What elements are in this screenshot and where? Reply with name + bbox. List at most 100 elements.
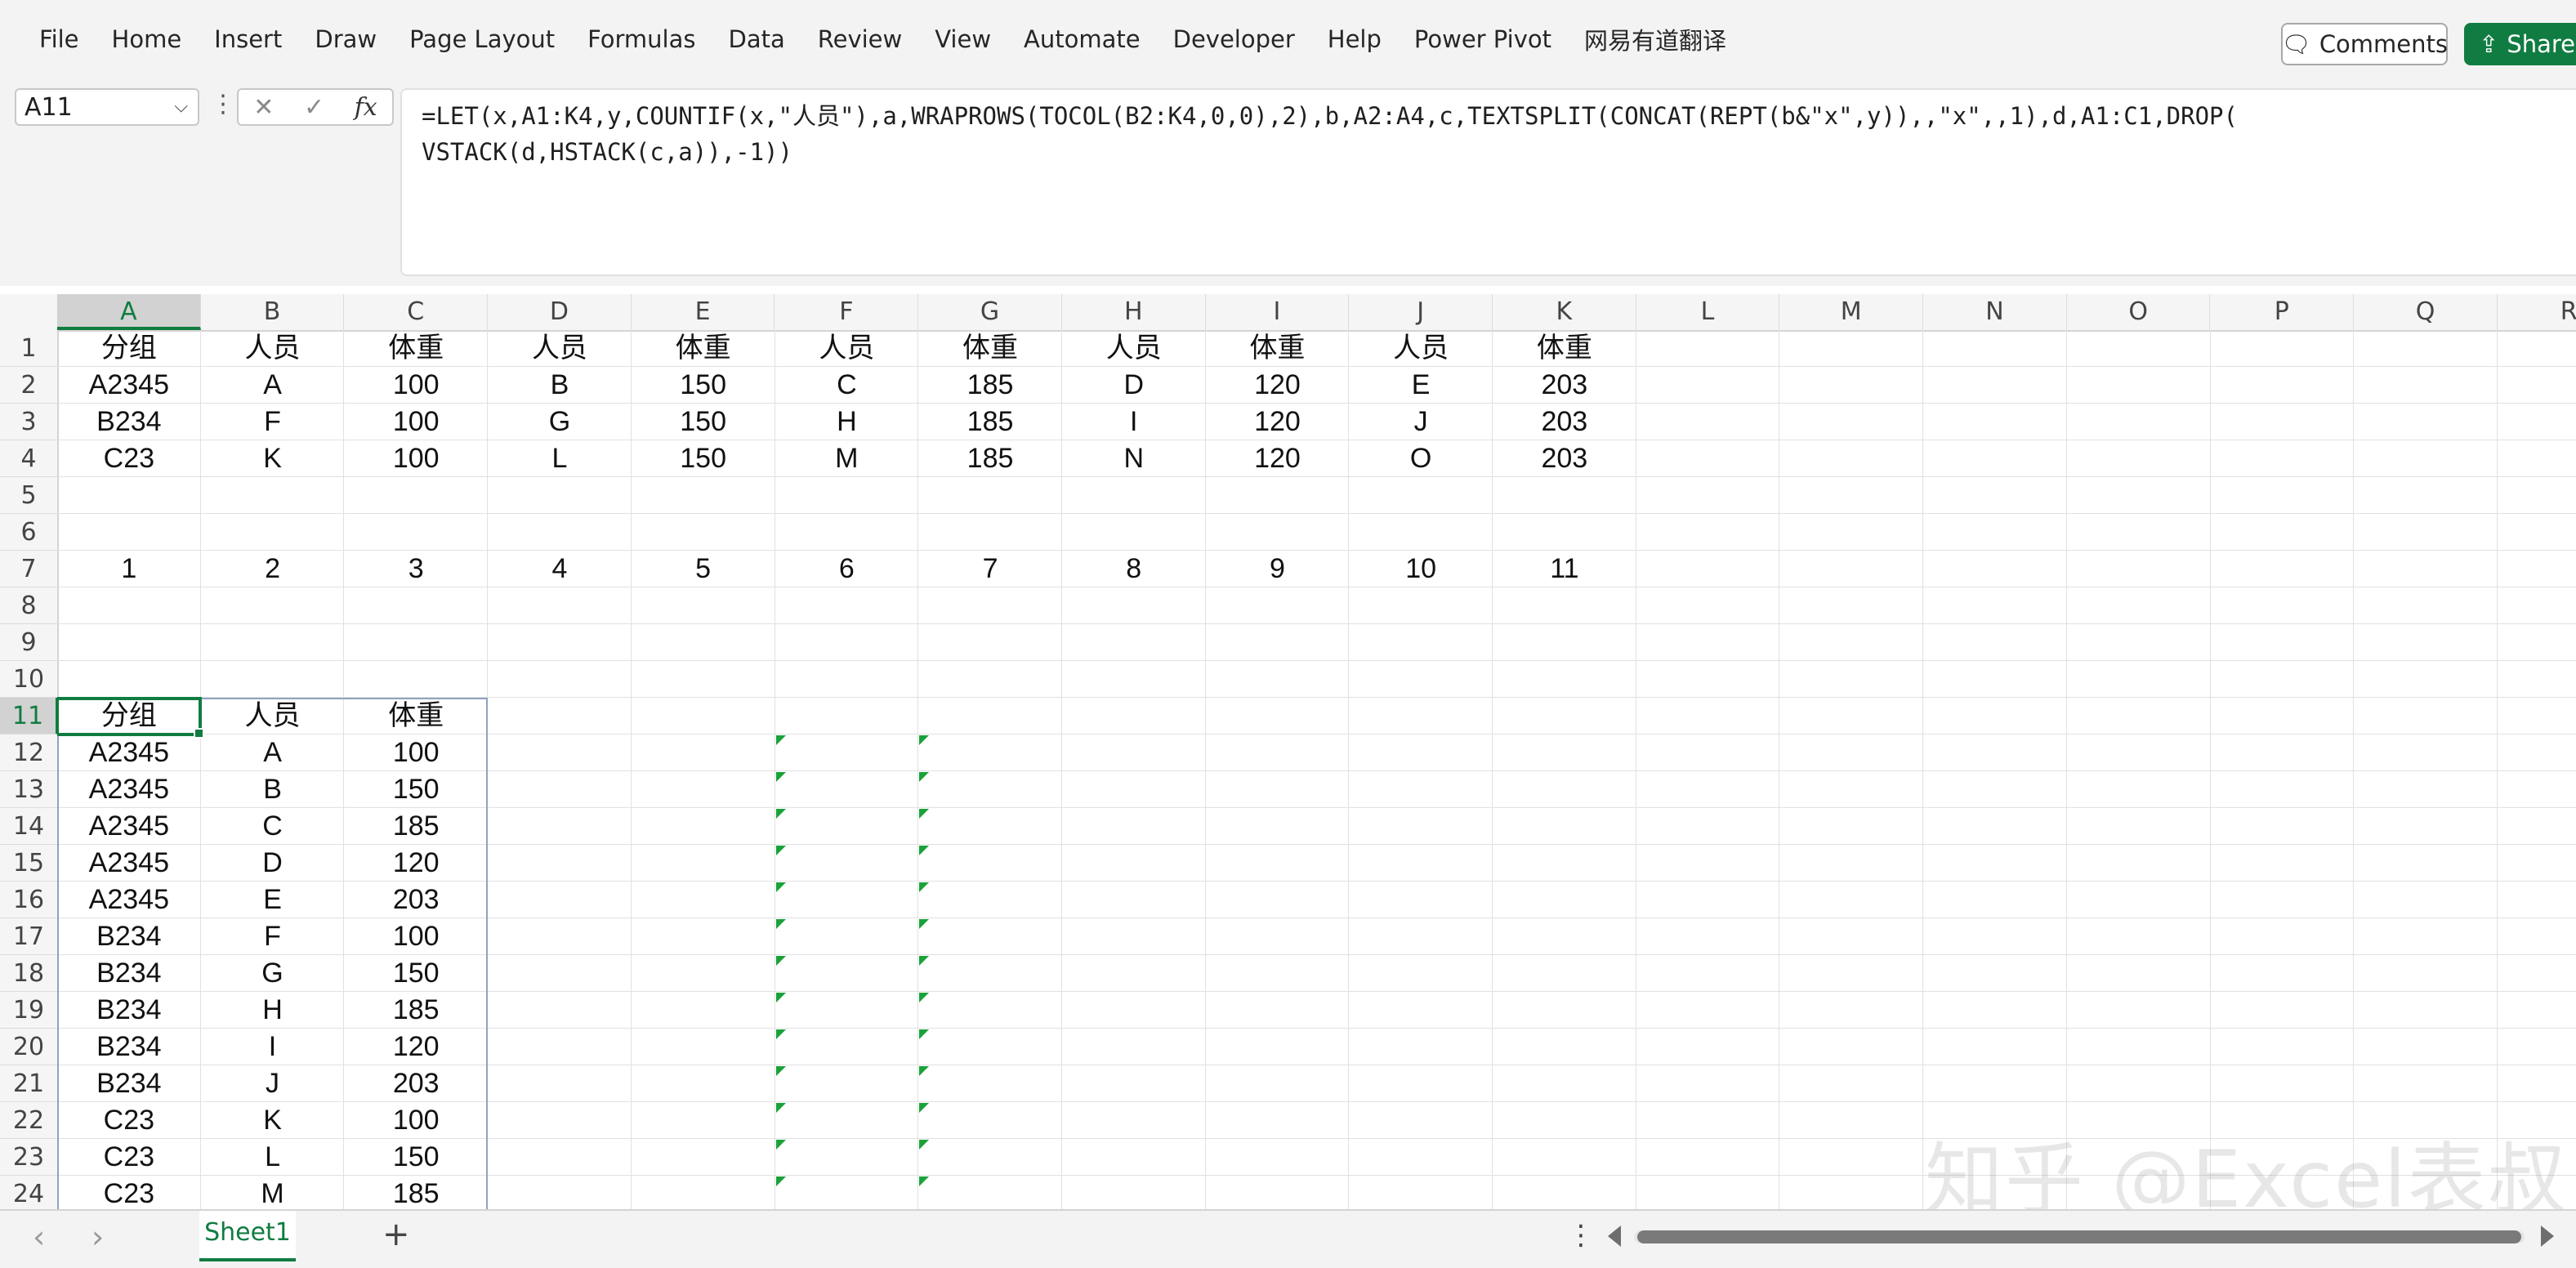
cell-a22[interactable]: C23	[57, 1102, 201, 1139]
cell-a15[interactable]: A2345	[57, 845, 201, 882]
cell-h7[interactable]: 8	[1062, 551, 1206, 587]
column-header-o[interactable]: O	[2067, 294, 2211, 330]
cell-c24[interactable]: 185	[344, 1176, 488, 1209]
cell-j4[interactable]: O	[1349, 440, 1493, 477]
error-indicator-icon[interactable]	[775, 772, 786, 782]
cell-k1[interactable]: 体重	[1493, 330, 1636, 367]
menu-item-1[interactable]: Home	[112, 25, 182, 53]
cell-c15[interactable]: 120	[344, 845, 488, 882]
cell-k7[interactable]: 11	[1493, 551, 1636, 587]
cell-b18[interactable]: G	[201, 955, 345, 992]
chevron-left-icon[interactable]: ‹	[33, 1219, 45, 1255]
column-header-c[interactable]: C	[344, 294, 489, 330]
row-header-23[interactable]: 23	[0, 1139, 57, 1176]
row-header-15[interactable]: 15	[0, 845, 57, 882]
row-header-6[interactable]: 6	[0, 514, 57, 551]
error-indicator-icon[interactable]	[775, 1176, 786, 1186]
error-indicator-icon[interactable]	[919, 956, 930, 966]
add-sheet-button[interactable]: +	[382, 1216, 410, 1253]
cell-i1[interactable]: 体重	[1206, 330, 1350, 367]
cell-d7[interactable]: 4	[488, 551, 632, 587]
error-indicator-icon[interactable]	[919, 1103, 930, 1113]
row-header-1[interactable]: 1	[0, 330, 57, 367]
column-header-b[interactable]: B	[201, 294, 345, 330]
cell-b15[interactable]: D	[201, 845, 345, 882]
cell-j1[interactable]: 人员	[1349, 330, 1493, 367]
error-indicator-icon[interactable]	[919, 1066, 930, 1076]
cell-e7[interactable]: 5	[632, 551, 775, 587]
more-options-icon[interactable]: ⋮	[1567, 1219, 1595, 1252]
cell-i4[interactable]: 120	[1206, 440, 1350, 477]
row-header-9[interactable]: 9	[0, 624, 57, 661]
cell-e2[interactable]: 150	[632, 367, 775, 404]
row-header-3[interactable]: 3	[0, 404, 57, 440]
error-indicator-icon[interactable]	[919, 882, 930, 892]
chevron-right-icon[interactable]: ›	[92, 1219, 104, 1255]
column-header-e[interactable]: E	[632, 294, 775, 330]
cell-c12[interactable]: 100	[344, 734, 488, 771]
cell-h1[interactable]: 人员	[1062, 330, 1206, 367]
comments-button[interactable]: 🗨 Comments	[2281, 23, 2448, 65]
cell-b12[interactable]: A	[201, 734, 345, 771]
cell-d3[interactable]: G	[488, 404, 632, 440]
scroll-right-icon[interactable]	[2541, 1226, 2554, 1247]
error-indicator-icon[interactable]	[775, 956, 786, 966]
menu-item-3[interactable]: Draw	[315, 25, 377, 53]
cell-b16[interactable]: E	[201, 882, 345, 918]
column-header-j[interactable]: J	[1349, 294, 1493, 330]
row-header-18[interactable]: 18	[0, 955, 57, 992]
cell-b22[interactable]: K	[201, 1102, 345, 1139]
error-indicator-icon[interactable]	[775, 735, 786, 745]
row-header-7[interactable]: 7	[0, 551, 57, 587]
row-header-20[interactable]: 20	[0, 1029, 57, 1065]
cell-b21[interactable]: J	[201, 1065, 345, 1102]
row-header-4[interactable]: 4	[0, 440, 57, 477]
column-header-l[interactable]: L	[1636, 294, 1780, 330]
cell-i3[interactable]: 120	[1206, 404, 1350, 440]
horizontal-scrollbar-thumb[interactable]	[1637, 1230, 2521, 1243]
column-header-m[interactable]: M	[1779, 294, 1924, 330]
cell-c1[interactable]: 体重	[344, 330, 488, 367]
scroll-left-icon[interactable]	[1608, 1226, 1621, 1247]
column-header-k[interactable]: K	[1493, 294, 1636, 330]
cell-c2[interactable]: 100	[344, 367, 488, 404]
error-indicator-icon[interactable]	[775, 1029, 786, 1039]
check-icon[interactable]: ✓	[304, 93, 324, 122]
cell-c13[interactable]: 150	[344, 771, 488, 808]
cell-d4[interactable]: L	[488, 440, 632, 477]
menu-item-11[interactable]: Help	[1328, 25, 1382, 53]
cell-b13[interactable]: B	[201, 771, 345, 808]
insert-function-button[interactable]: fx	[355, 93, 377, 122]
cell-c3[interactable]: 100	[344, 404, 488, 440]
column-header-p[interactable]: P	[2211, 294, 2355, 330]
cell-f2[interactable]: C	[775, 367, 919, 404]
cell-g3[interactable]: 185	[918, 404, 1062, 440]
row-header-22[interactable]: 22	[0, 1102, 57, 1139]
row-header-8[interactable]: 8	[0, 587, 57, 624]
error-indicator-icon[interactable]	[919, 1029, 930, 1039]
column-header-f[interactable]: F	[775, 294, 919, 330]
cell-i7[interactable]: 9	[1206, 551, 1350, 587]
cell-c20[interactable]: 120	[344, 1029, 488, 1065]
cell-h4[interactable]: N	[1062, 440, 1206, 477]
column-header-i[interactable]: I	[1206, 294, 1350, 330]
row-header-10[interactable]: 10	[0, 661, 57, 698]
chevron-down-icon[interactable]: ⌵	[174, 96, 188, 117]
error-indicator-icon[interactable]	[919, 809, 930, 819]
error-indicator-icon[interactable]	[775, 846, 786, 855]
menu-item-5[interactable]: Formulas	[587, 25, 695, 53]
cell-b2[interactable]: A	[201, 367, 345, 404]
cell-a17[interactable]: B234	[57, 918, 201, 955]
cell-d1[interactable]: 人员	[488, 330, 632, 367]
menu-item-0[interactable]: File	[39, 25, 79, 53]
cell-c23[interactable]: 150	[344, 1139, 488, 1176]
formula-input[interactable]: =LET(x,A1:K4,y,COUNTIF(x,"人员"),a,WRAPROW…	[400, 88, 2576, 276]
cell-b4[interactable]: K	[201, 440, 345, 477]
cell-g7[interactable]: 7	[918, 551, 1062, 587]
cell-c22[interactable]: 100	[344, 1102, 488, 1139]
cell-a7[interactable]: 1	[57, 551, 201, 587]
cell-a24[interactable]: C23	[57, 1176, 201, 1209]
cell-b24[interactable]: M	[201, 1176, 345, 1209]
fill-handle[interactable]	[194, 728, 204, 739]
cell-c19[interactable]: 185	[344, 992, 488, 1029]
